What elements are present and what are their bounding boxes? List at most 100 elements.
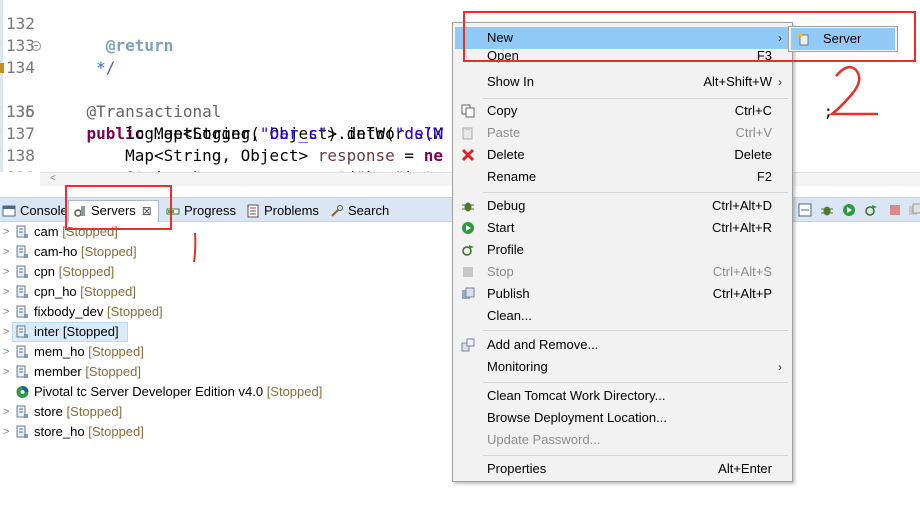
server-icon [16,405,28,418]
server-name-text: fixbody_dev [34,304,104,319]
expand-chevron-icon[interactable]: > [3,282,9,302]
server-icon [16,365,28,378]
delete-icon [461,148,475,162]
expand-chevron-icon[interactable]: > [3,422,9,442]
menu-item-shortcut: F2 [756,169,772,184]
submenu-arrow-icon: › [778,75,782,89]
scroll-left-icon[interactable]: < [50,173,56,185]
server-row[interactable]: > cpn [Stopped] [0,262,452,282]
menu-item-shortcut: Ctrl+Alt+D [712,198,772,213]
server-icon [16,345,28,358]
menu-item-clean[interactable]: Clean... [455,305,790,327]
menu-item-stop[interactable]: Stop Ctrl+Alt+S [455,261,790,283]
server-status: [Stopped] [266,384,323,399]
menu-item-show-in[interactable]: Show In Alt+Shift+W › [455,71,790,93]
server-row[interactable]: > store_ho [Stopped] [0,422,452,442]
tab-label: Search [348,203,390,218]
servers-list[interactable]: > cam [Stopped] > cam-ho [Stopped] > cpn… [0,222,452,519]
menu-item-label: Rename [487,169,537,184]
menu-item-label: Delete [487,147,525,162]
server-icon [16,265,28,278]
server-icon [16,245,28,258]
fold-icon[interactable]: − [31,41,41,51]
server-name-text: cam [34,224,59,239]
console-icon [2,205,16,217]
tab-label: Problems [264,203,319,218]
tab-problems[interactable]: Problems [246,201,319,221]
menu-item-monitoring[interactable]: Monitoring › [455,356,790,378]
expand-chevron-icon[interactable]: > [3,402,9,422]
menu-separator [483,98,788,99]
menu-item-label: Publish [487,286,530,301]
menu-separator [483,192,788,193]
profile-icon [462,245,474,256]
server-row[interactable]: > fixbody_dev [Stopped] [0,302,452,322]
menu-item-label: Clean Tomcat Work Directory... [487,388,666,403]
menu-item-label: Copy [487,103,518,118]
menu-item-label: Paste [487,125,521,140]
menu-item-label: Update Password... [487,432,601,447]
menu-item-profile[interactable]: Profile [455,239,790,261]
server-icon [16,225,28,238]
menu-item-rename[interactable]: Rename F2 [455,166,790,188]
pivotal-server-icon [16,386,29,398]
server-name-text: store_ho [34,424,85,439]
server-row[interactable]: Pivotal tc Server Developer Edition v4.0… [0,382,452,402]
publish-icon[interactable] [908,203,920,217]
server-name: inter [Stopped] [34,322,119,342]
menu-item-label: Properties [487,461,547,476]
menu-item-label: Add and Remove... [487,337,599,352]
profile-server-icon[interactable] [864,203,878,217]
menu-item-start[interactable]: Start Ctrl+Alt+R [455,217,790,239]
submenu-arrow-icon: › [778,360,782,374]
expand-chevron-icon[interactable]: > [3,242,9,262]
expand-chevron-icon[interactable]: > [3,262,9,282]
expand-chevron-icon[interactable]: > [3,362,9,382]
menu-item-label: Start [487,220,515,235]
collapse-icon[interactable] [798,203,812,217]
annotation-box-servers-tab [65,185,172,230]
menu-item-browse-deployment[interactable]: Browse Deployment Location... [455,407,790,429]
tab-console[interactable]: Console [2,201,68,221]
menu-item-add-remove[interactable]: Add and Remove... [455,334,790,356]
menu-item-paste[interactable]: Paste Ctrl+V [455,122,790,144]
server-status: [Stopped] [66,404,123,419]
server-row[interactable]: > member [Stopped] [0,362,452,382]
server-row[interactable]: > cpn_ho [Stopped] [0,282,452,302]
server-row-selected[interactable]: > inter [Stopped] [0,322,452,342]
menu-item-label: Stop [487,264,514,279]
stop-server-icon[interactable] [888,203,902,217]
server-icon [16,285,28,298]
menu-item-debug[interactable]: Debug Ctrl+Alt+D [455,195,790,217]
debug-server-icon[interactable] [820,203,834,217]
menu-item-shortcut: Ctrl+Alt+R [712,220,772,235]
server-name: fixbody_dev [Stopped] [34,302,163,322]
tab-search[interactable]: Search [330,201,389,221]
expand-chevron-icon[interactable]: > [3,342,9,362]
server-row[interactable]: > mem_ho [Stopped] [0,342,452,362]
menu-item-properties[interactable]: Properties Alt+Enter [455,458,790,480]
server-name: cam-ho [Stopped] [34,242,137,262]
context-menu: New › Open F3 Show In Alt+Shift+W › Copy… [452,22,793,482]
tab-progress[interactable]: Progress [166,201,236,221]
menu-item-clean-tomcat[interactable]: Clean Tomcat Work Directory... [455,385,790,407]
server-name: store [Stopped] [34,402,122,422]
expand-chevron-icon[interactable]: > [3,302,9,322]
menu-item-shortcut: Alt+Enter [718,461,772,476]
expand-chevron-icon[interactable]: > [3,322,9,342]
server-status: [Stopped] [62,324,119,339]
server-row[interactable]: > store [Stopped] [0,402,452,422]
menu-item-copy[interactable]: Copy Ctrl+C [455,100,790,122]
server-status: [Stopped] [80,244,137,259]
breakpoint-marker-icon [0,63,4,73]
server-name-text: inter [34,324,60,339]
server-row[interactable]: > cam-ho [Stopped] [0,242,452,262]
server-name: member [Stopped] [34,362,141,382]
start-server-icon[interactable] [842,203,856,217]
expand-chevron-icon[interactable]: > [3,222,9,242]
menu-item-publish[interactable]: Publish Ctrl+Alt+P [455,283,790,305]
menu-item-update-password[interactable]: Update Password... [455,429,790,451]
server-name-text: Pivotal tc Server Developer Edition v4.0 [34,384,264,399]
menu-item-delete[interactable]: Delete Delete [455,144,790,166]
server-name-text: cpn_ho [34,284,77,299]
